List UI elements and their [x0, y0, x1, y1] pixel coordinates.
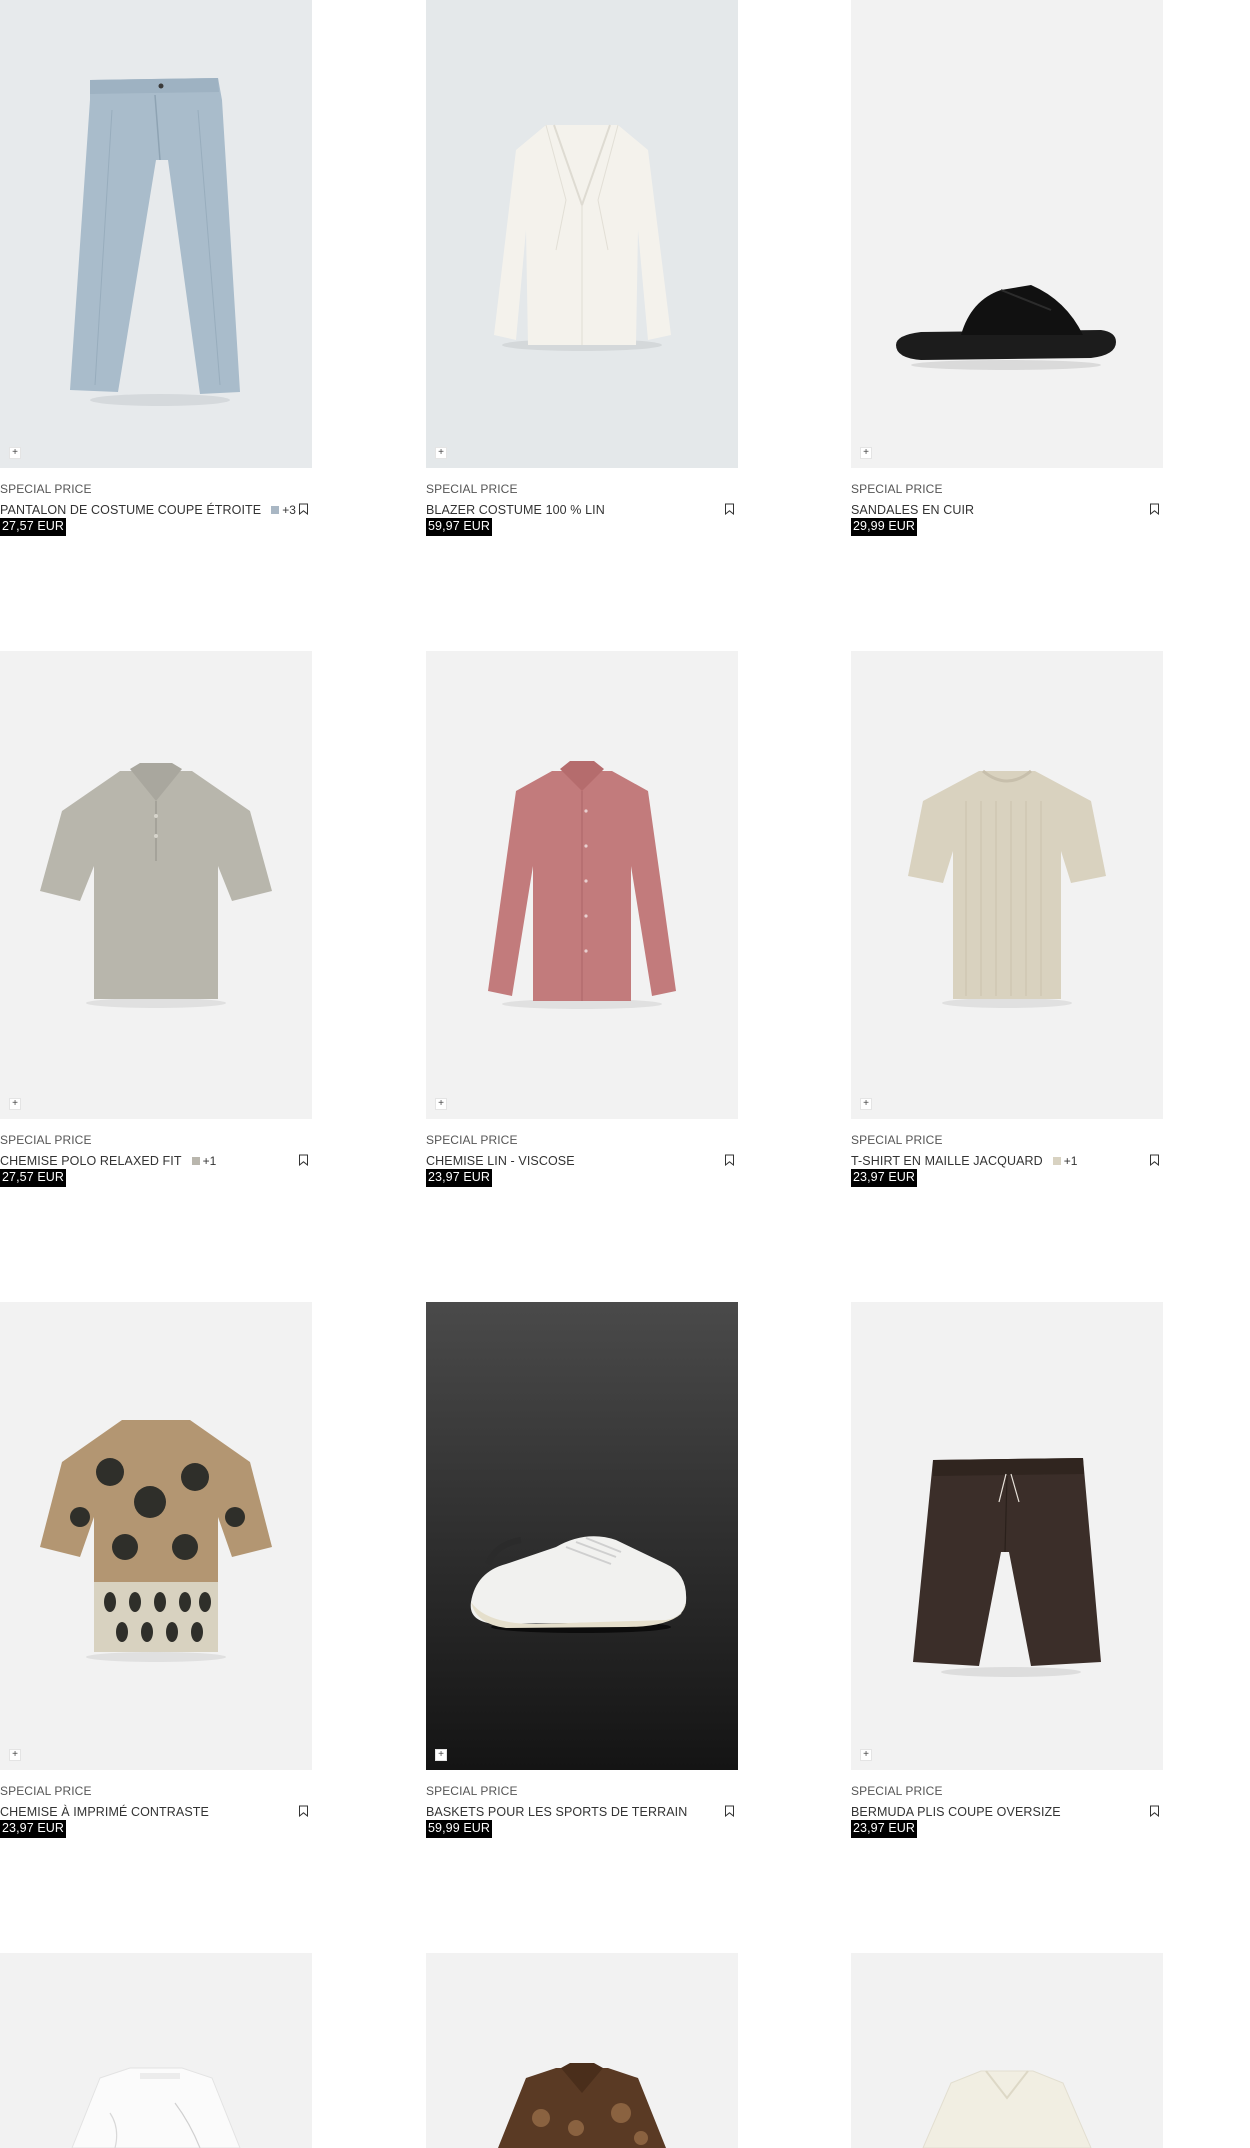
- product-image-sneakers[interactable]: +: [426, 1302, 738, 1770]
- product-price: 23,97 EUR: [426, 1169, 493, 1187]
- add-to-cart-button[interactable]: +: [860, 447, 872, 459]
- more-colors-count[interactable]: +1: [1064, 1154, 1078, 1168]
- product-name[interactable]: T-SHIRT EN MAILLE JACQUARD: [851, 1154, 1043, 1168]
- product-name[interactable]: CHEMISE POLO RELAXED FIT: [0, 1154, 182, 1168]
- product-name[interactable]: CHEMISE LIN - VISCOSE: [426, 1154, 575, 1168]
- product-image-brown-shirt[interactable]: [426, 1953, 738, 2148]
- color-swatch[interactable]: [271, 506, 280, 514]
- bookmark-icon[interactable]: [1149, 503, 1160, 515]
- product-card[interactable]: + SPECIAL PRICE SANDALES EN CUIR 29,99 E…: [851, 0, 1163, 536]
- product-image-sandals[interactable]: +: [851, 0, 1163, 468]
- add-to-cart-button[interactable]: +: [9, 1098, 21, 1110]
- special-price-badge: SPECIAL PRICE: [0, 1133, 92, 1147]
- special-price-badge: SPECIAL PRICE: [426, 1784, 518, 1798]
- special-price-badge: SPECIAL PRICE: [0, 1784, 92, 1798]
- polo-shirt-image: [40, 763, 272, 1008]
- special-price-badge: SPECIAL PRICE: [851, 1784, 943, 1798]
- product-card[interactable]: + SPECIAL PRICE BASKETS POUR LES SPORTS …: [426, 1302, 738, 1838]
- product-price: 27,57 EUR: [0, 1169, 67, 1187]
- brown-shirt-image: [498, 2063, 666, 2148]
- bookmark-icon[interactable]: [1149, 1154, 1160, 1166]
- product-image-blazer[interactable]: +: [426, 0, 738, 468]
- product-price: 59,99 EUR: [426, 1820, 493, 1838]
- product-price: 27,57 EUR: [0, 518, 67, 536]
- bookmark-icon[interactable]: [724, 1805, 735, 1817]
- plus-icon: +: [12, 1749, 18, 1760]
- product-image-linen-shirt[interactable]: +: [426, 651, 738, 1119]
- plus-icon: +: [863, 447, 869, 458]
- add-to-cart-button[interactable]: +: [860, 1098, 872, 1110]
- product-card[interactable]: + SPECIAL PRICE CHEMISE POLO RELAXED FIT…: [0, 651, 312, 1187]
- plus-icon: +: [12, 447, 18, 458]
- sneakers-image: [470, 1536, 687, 1633]
- product-name[interactable]: BASKETS POUR LES SPORTS DE TERRAIN: [426, 1805, 687, 1819]
- add-to-cart-button[interactable]: +: [435, 447, 447, 459]
- product-card[interactable]: [426, 1953, 738, 2148]
- special-price-badge: SPECIAL PRICE: [0, 482, 92, 496]
- product-price: 23,97 EUR: [0, 1820, 67, 1838]
- bookmark-icon[interactable]: [298, 1805, 309, 1817]
- knit-tshirt-image: [908, 769, 1106, 1008]
- bookmark-icon[interactable]: [724, 503, 735, 515]
- plus-icon: +: [863, 1749, 869, 1760]
- blazer-image: [494, 124, 671, 351]
- product-name[interactable]: CHEMISE À IMPRIMÉ CONTRASTE: [0, 1805, 209, 1819]
- product-price: 29,99 EUR: [851, 518, 918, 536]
- product-card[interactable]: + SPECIAL PRICE CHEMISE LIN - VISCOSE 23…: [426, 651, 738, 1187]
- product-price: 59,97 EUR: [426, 518, 493, 536]
- product-image-bermuda[interactable]: +: [851, 1302, 1163, 1770]
- color-swatch[interactable]: [1052, 1157, 1061, 1165]
- white-shirt-image: [71, 2067, 241, 2148]
- print-shirt-image: [40, 1420, 272, 1662]
- product-image-cream-shirt[interactable]: [851, 1953, 1163, 2148]
- product-image-print-shirt[interactable]: +: [0, 1302, 312, 1770]
- plus-icon: +: [12, 1098, 18, 1109]
- product-card[interactable]: + SPECIAL PRICE BERMUDA PLIS COUPE OVERS…: [851, 1302, 1163, 1838]
- more-colors-count[interactable]: +1: [203, 1154, 217, 1168]
- plus-icon: +: [863, 1098, 869, 1109]
- cream-shirt-image: [922, 2070, 1092, 2148]
- product-card[interactable]: [851, 1953, 1163, 2148]
- bookmark-icon[interactable]: [1149, 1805, 1160, 1817]
- add-to-cart-button[interactable]: +: [9, 1749, 21, 1761]
- plus-icon: +: [438, 1749, 444, 1760]
- add-to-cart-button[interactable]: +: [9, 447, 21, 459]
- plus-icon: +: [438, 447, 444, 458]
- product-name[interactable]: BERMUDA PLIS COUPE OVERSIZE: [851, 1805, 1061, 1819]
- product-price: 23,97 EUR: [851, 1820, 918, 1838]
- product-card[interactable]: + SPECIAL PRICE T-SHIRT EN MAILLE JACQUA…: [851, 651, 1163, 1187]
- product-image-white-shirt[interactable]: [0, 1953, 312, 2148]
- product-image-polo[interactable]: +: [0, 651, 312, 1119]
- product-price: 23,97 EUR: [851, 1169, 918, 1187]
- product-image-knit-tshirt[interactable]: +: [851, 651, 1163, 1119]
- product-name[interactable]: BLAZER COSTUME 100 % LIN: [426, 503, 605, 517]
- special-price-badge: SPECIAL PRICE: [851, 1133, 943, 1147]
- add-to-cart-button[interactable]: +: [860, 1749, 872, 1761]
- sandals-image: [896, 285, 1116, 370]
- plus-icon: +: [438, 1098, 444, 1109]
- bookmark-icon[interactable]: [298, 1154, 309, 1166]
- product-image-trousers[interactable]: +: [0, 0, 312, 468]
- special-price-badge: SPECIAL PRICE: [426, 482, 518, 496]
- product-card[interactable]: + SPECIAL PRICE BLAZER COSTUME 100 % LIN…: [426, 0, 738, 536]
- more-colors-count[interactable]: +3: [282, 503, 296, 517]
- product-name[interactable]: PANTALON DE COSTUME COUPE ÉTROITE: [0, 503, 261, 517]
- special-price-badge: SPECIAL PRICE: [851, 482, 943, 496]
- color-swatch[interactable]: [191, 1157, 200, 1165]
- product-card[interactable]: [0, 1953, 312, 2148]
- product-card[interactable]: + SPECIAL PRICE PANTALON DE COSTUME COUP…: [0, 0, 312, 536]
- trousers-image: [70, 78, 240, 406]
- bookmark-icon[interactable]: [724, 1154, 735, 1166]
- bermuda-shorts-image: [913, 1458, 1101, 1677]
- add-to-cart-button[interactable]: +: [435, 1749, 447, 1761]
- product-card[interactable]: + SPECIAL PRICE CHEMISE À IMPRIMÉ CONTRA…: [0, 1302, 312, 1838]
- bookmark-icon[interactable]: [298, 503, 309, 515]
- linen-shirt-image: [488, 761, 676, 1009]
- special-price-badge: SPECIAL PRICE: [426, 1133, 518, 1147]
- add-to-cart-button[interactable]: +: [435, 1098, 447, 1110]
- product-name[interactable]: SANDALES EN CUIR: [851, 503, 974, 517]
